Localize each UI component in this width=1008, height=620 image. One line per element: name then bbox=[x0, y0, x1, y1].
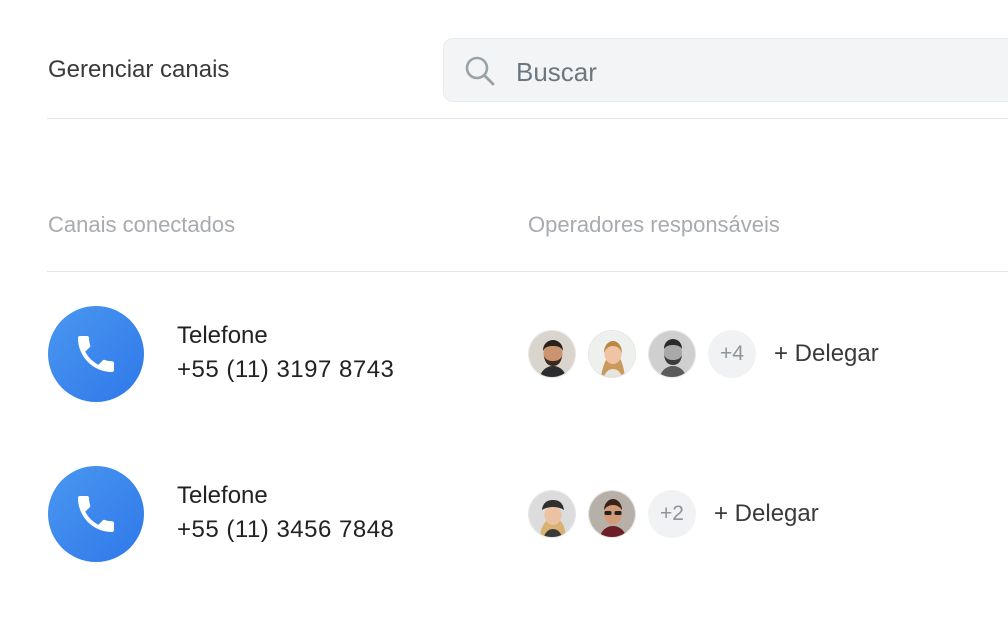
channel-name: Telefone bbox=[177, 322, 268, 349]
channel-row: Telefone +55 (11) 3456 7848 +2 + Delegar bbox=[0, 466, 1008, 566]
operator-list: +2 + Delegar bbox=[528, 490, 819, 538]
more-operators-count[interactable]: +2 bbox=[648, 490, 696, 538]
operator-avatar[interactable] bbox=[528, 490, 576, 538]
channel-name: Telefone bbox=[177, 482, 268, 509]
column-header-operators: Operadores responsáveis bbox=[528, 212, 780, 237]
phone-icon[interactable] bbox=[48, 466, 144, 562]
header-divider bbox=[47, 118, 1008, 119]
page-title: Gerenciar canais bbox=[48, 56, 230, 83]
operator-avatar[interactable] bbox=[588, 330, 636, 378]
channel-number: +55 (11) 3197 8743 bbox=[177, 356, 395, 383]
operator-avatar[interactable] bbox=[588, 490, 636, 538]
phone-icon[interactable] bbox=[48, 306, 144, 402]
search-icon bbox=[464, 55, 496, 87]
channel-row: Telefone +55 (11) 3197 8743 +4 + Delegar bbox=[0, 306, 1008, 406]
delegate-button[interactable]: + Delegar bbox=[774, 340, 879, 368]
column-header-channels: Canais conectados bbox=[48, 212, 236, 237]
channel-number: +55 (11) 3456 7848 bbox=[177, 516, 395, 543]
operator-avatar[interactable] bbox=[648, 330, 696, 378]
operator-avatar[interactable] bbox=[528, 330, 576, 378]
table-header-divider bbox=[47, 271, 1008, 272]
delegate-button[interactable]: + Delegar bbox=[714, 500, 819, 528]
more-operators-count[interactable]: +4 bbox=[708, 330, 756, 378]
search-input[interactable] bbox=[514, 53, 918, 91]
operator-list: +4 + Delegar bbox=[528, 330, 879, 378]
search-bar[interactable] bbox=[443, 38, 1008, 102]
